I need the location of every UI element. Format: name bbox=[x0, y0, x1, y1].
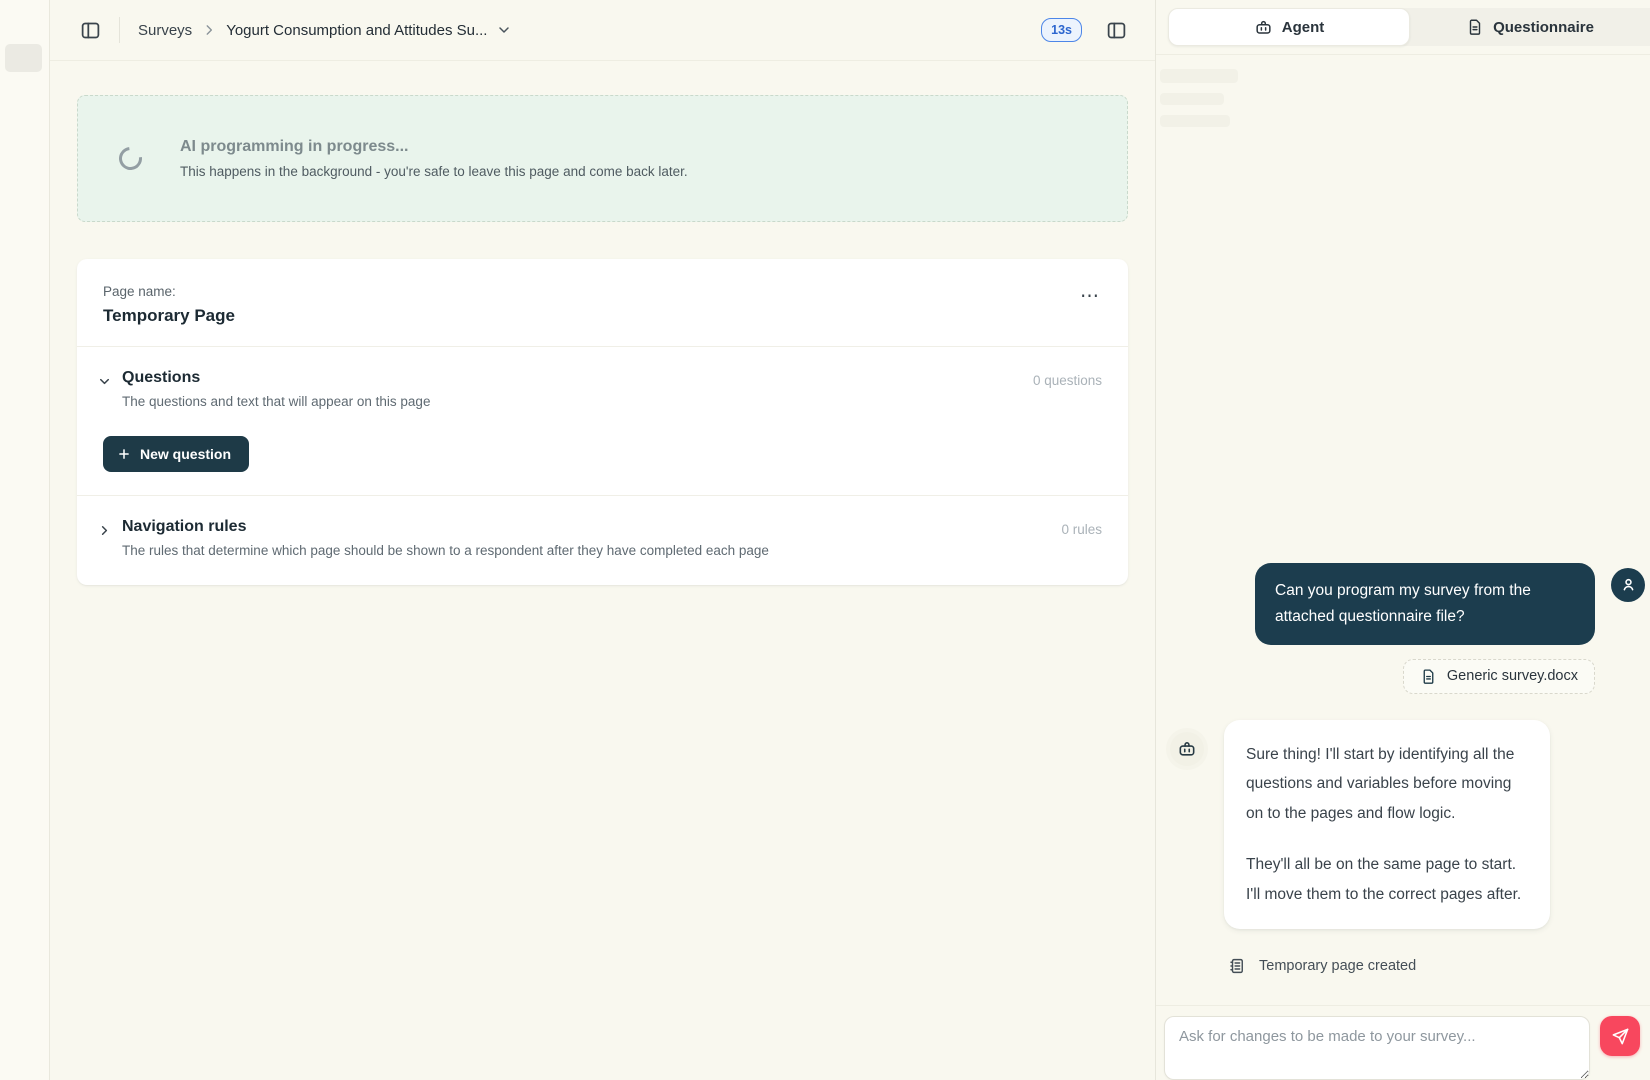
robot-icon bbox=[1177, 739, 1197, 759]
questions-section-description: The questions and text that will appear … bbox=[122, 394, 430, 409]
skeleton-placeholder bbox=[1160, 93, 1224, 105]
sidebar-tabbar: Agent Questionnaire bbox=[1156, 0, 1650, 54]
bot-message-paragraph: They'll all be on the same page to start… bbox=[1246, 850, 1528, 909]
new-question-label: New question bbox=[140, 446, 231, 462]
chat-input-bar bbox=[1156, 1005, 1650, 1080]
chevron-right-icon bbox=[97, 523, 112, 538]
chat-thread: Can you program my survey from the attac… bbox=[1156, 55, 1650, 1005]
status-text: Temporary page created bbox=[1259, 958, 1416, 974]
attachment-chip[interactable]: Generic survey.docx bbox=[1403, 659, 1595, 694]
collapse-questions-button[interactable] bbox=[97, 374, 112, 389]
breadcrumb-survey-title: Yogurt Consumption and Attitudes Su... bbox=[226, 22, 487, 39]
plus-icon bbox=[117, 447, 131, 461]
main-content: AI programming in progress... This happe… bbox=[50, 61, 1155, 585]
attachment-row: Generic survey.docx bbox=[1170, 659, 1595, 694]
bot-message-paragraph: Sure thing! I'll start by identifying al… bbox=[1246, 740, 1528, 829]
user-message-row: Can you program my survey from the attac… bbox=[1170, 563, 1645, 645]
tab-agent-label: Agent bbox=[1282, 19, 1325, 36]
new-question-button[interactable]: New question bbox=[103, 436, 249, 472]
ai-progress-banner: AI programming in progress... This happe… bbox=[77, 95, 1128, 222]
user-avatar bbox=[1611, 568, 1645, 602]
skeleton-placeholder bbox=[1160, 69, 1238, 83]
elapsed-timer-badge: 13s bbox=[1041, 18, 1082, 42]
attachment-filename: Generic survey.docx bbox=[1447, 668, 1578, 684]
main-topbar: Surveys Yogurt Consumption and Attitudes… bbox=[50, 0, 1155, 61]
rules-count: 0 rules bbox=[1061, 522, 1102, 537]
page-card-header: Page name: Temporary Page ⋯ bbox=[77, 259, 1128, 346]
assistant-sidebar: Agent Questionnaire Can you program my s… bbox=[1155, 0, 1650, 1080]
panel-left-icon bbox=[80, 20, 101, 41]
document-icon bbox=[1466, 18, 1484, 36]
tab-questionnaire-label: Questionnaire bbox=[1493, 19, 1594, 36]
file-icon bbox=[1420, 668, 1437, 685]
page-card: Page name: Temporary Page ⋯ Questions Th… bbox=[77, 259, 1128, 585]
page-title: Temporary Page bbox=[103, 306, 1104, 326]
breadcrumb-chevron-icon bbox=[202, 23, 216, 37]
collapsed-left-rail bbox=[0, 0, 50, 1080]
questions-count: 0 questions bbox=[1033, 373, 1102, 388]
topbar-divider bbox=[119, 17, 120, 43]
breadcrumb-surveys-link[interactable]: Surveys bbox=[138, 22, 192, 39]
bot-avatar bbox=[1170, 732, 1204, 766]
skeleton-placeholder bbox=[1160, 115, 1230, 127]
toggle-sidebar-left-button[interactable] bbox=[78, 18, 103, 43]
panel-right-icon bbox=[1106, 20, 1127, 41]
navigation-rules-title: Navigation rules bbox=[122, 518, 769, 536]
bot-message-bubble: Sure thing! I'll start by identifying al… bbox=[1224, 720, 1550, 930]
user-icon bbox=[1619, 575, 1638, 594]
expand-navigation-rules-button[interactable] bbox=[97, 523, 112, 538]
send-button[interactable] bbox=[1600, 1016, 1640, 1056]
bot-message-row: Sure thing! I'll start by identifying al… bbox=[1170, 720, 1645, 930]
send-icon bbox=[1611, 1027, 1630, 1046]
notebook-icon bbox=[1228, 957, 1246, 975]
user-message-bubble: Can you program my survey from the attac… bbox=[1255, 563, 1595, 645]
robot-icon bbox=[1254, 18, 1273, 37]
survey-switcher-dropdown[interactable] bbox=[496, 22, 512, 38]
navigation-rules-description: The rules that determine which page shou… bbox=[122, 543, 769, 558]
action-status-row: Temporary page created bbox=[1228, 957, 1645, 975]
page-name-label: Page name: bbox=[103, 284, 1104, 299]
toggle-sidebar-right-button[interactable] bbox=[1104, 18, 1129, 43]
banner-subtitle: This happens in the background - you're … bbox=[180, 164, 688, 179]
progress-spinner-icon bbox=[114, 142, 146, 174]
banner-title: AI programming in progress... bbox=[180, 138, 688, 156]
questions-section-title: Questions bbox=[122, 369, 430, 387]
tab-questionnaire[interactable]: Questionnaire bbox=[1410, 8, 1650, 46]
sidebar-tab-switcher: Agent Questionnaire bbox=[1168, 8, 1650, 46]
page-overflow-menu-button[interactable]: ⋯ bbox=[1074, 283, 1106, 310]
chat-input[interactable] bbox=[1164, 1016, 1590, 1080]
rail-placeholder-item[interactable] bbox=[5, 44, 42, 72]
navigation-rules-section-header: Navigation rules The rules that determin… bbox=[77, 496, 1128, 585]
chevron-down-icon bbox=[97, 374, 112, 389]
questions-section-header: Questions The questions and text that wi… bbox=[77, 347, 1128, 409]
main-panel: Surveys Yogurt Consumption and Attitudes… bbox=[50, 0, 1155, 1080]
tab-agent[interactable]: Agent bbox=[1168, 8, 1410, 46]
